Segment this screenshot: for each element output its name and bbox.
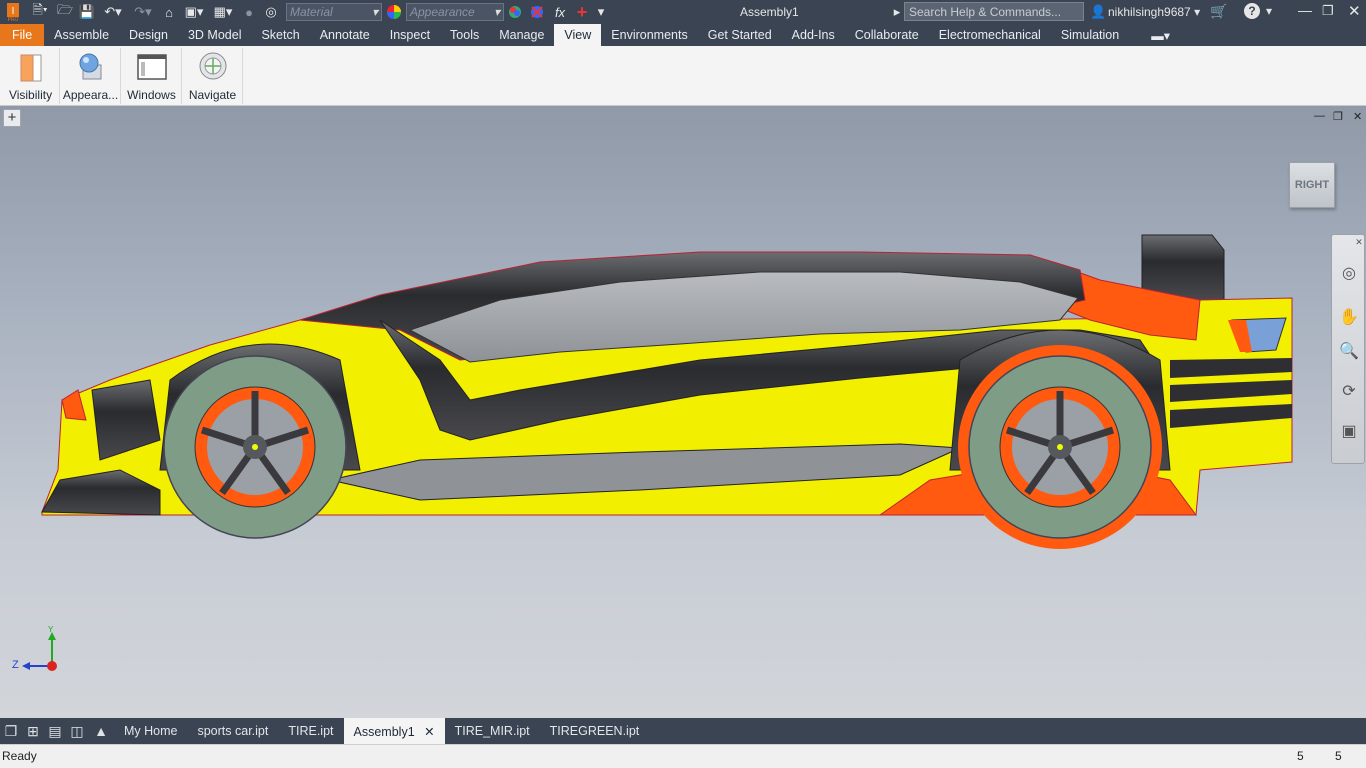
front-wheel	[163, 355, 347, 539]
tab-sketch[interactable]: Sketch	[251, 24, 309, 46]
tab-add-ins[interactable]: Add-Ins	[782, 24, 845, 46]
tile-windows-icon[interactable]: ⊞	[22, 718, 44, 744]
window-title: Assembly1	[740, 5, 799, 19]
undo-icon[interactable]: ↶▾	[98, 1, 128, 23]
doc-tab-sports-car[interactable]: sports car.ipt	[187, 718, 278, 744]
status-count-1: 5	[1297, 749, 1304, 763]
app-logo-icon[interactable]: I PRO	[0, 1, 26, 23]
appearance-placeholder: Appearance	[410, 5, 475, 19]
triad-y-label: Y	[48, 625, 54, 634]
tab-view[interactable]: View	[554, 24, 602, 46]
appearance-label: Appeara...	[62, 88, 119, 102]
tile-horizontal-icon[interactable]: ▤	[44, 718, 66, 744]
color-wheel-icon[interactable]	[382, 1, 406, 23]
windows-label: Windows	[127, 88, 176, 102]
rear-spoiler	[1141, 234, 1225, 301]
search-input[interactable]: Search Help & Commands...	[904, 2, 1084, 21]
tab-file[interactable]: File	[0, 24, 45, 46]
doc-tab-assembly1-label: Assembly1	[353, 725, 415, 739]
doc-tab-tiregreen[interactable]: TIREGREEN.ipt	[540, 718, 650, 744]
minimize-icon[interactable]: —	[1298, 2, 1312, 18]
tab-assemble[interactable]: Assemble	[44, 24, 119, 46]
doc-tab-tire[interactable]: TIRE.ipt	[278, 718, 343, 744]
graphics-viewport[interactable]: + — ❐ ✕ RIGHT ✕ ◎ ✋ 🔍 ⟳ ▣ Y Z	[0, 106, 1366, 718]
navigate-icon	[199, 52, 226, 80]
tab-collaborate[interactable]: Collaborate	[845, 24, 929, 46]
customize-icon[interactable]: ▾	[592, 1, 610, 23]
tab-simulation[interactable]: Simulation	[1051, 24, 1129, 46]
windows-button[interactable]: Windows	[122, 48, 182, 104]
tab-3d-model[interactable]: 3D Model	[178, 24, 252, 46]
tab-tools[interactable]: Tools	[440, 24, 489, 46]
home-icon[interactable]: ⌂	[158, 1, 180, 23]
status-bar: Ready 5 5	[0, 744, 1366, 768]
material-dropdown[interactable]: Material ▾	[286, 3, 382, 21]
windows-icon	[136, 54, 167, 80]
visibility-label: Visibility	[8, 88, 53, 102]
chevron-right-icon[interactable]: ▸	[892, 1, 902, 23]
user-name: nikhilsingh9687	[1108, 5, 1191, 19]
new-file-icon[interactable]: 🗎▾	[26, 1, 54, 23]
clear-appearance-icon[interactable]	[526, 1, 548, 23]
axis-triad	[22, 632, 57, 671]
status-text: Ready	[2, 749, 37, 763]
update-icon[interactable]: ●	[238, 1, 260, 23]
visibility-icon	[20, 54, 41, 82]
image-icon[interactable]: ▣▾	[180, 1, 208, 23]
appearance-icon	[79, 53, 101, 80]
visibility-button[interactable]: Visibility	[2, 48, 60, 104]
chevron-down-icon: ▾	[493, 5, 500, 19]
appearance-dropdown[interactable]: Appearance ▾	[406, 3, 504, 21]
tab-environments[interactable]: Environments	[601, 24, 697, 46]
user-icon: 👤	[1090, 4, 1107, 19]
triad-z-label: Z	[12, 659, 19, 671]
material-placeholder: Material	[290, 5, 333, 19]
restore-icon[interactable]: ❐	[1322, 3, 1334, 19]
car-model[interactable]	[0, 106, 1366, 718]
tab-inspect[interactable]: Inspect	[380, 24, 440, 46]
ribbon-options-icon[interactable]: ▬▾	[1129, 24, 1180, 46]
open-icon[interactable]: 🗁	[54, 1, 76, 23]
help-dropdown-icon[interactable]: ▾	[1266, 4, 1272, 18]
navigate-label: Navigate	[188, 88, 237, 102]
doc-tab-assembly1[interactable]: Assembly1 ✕	[343, 718, 445, 744]
user-account-menu[interactable]: nikhilsingh9687 ▾	[1108, 5, 1200, 19]
appearance-button[interactable]: Appeara...	[61, 48, 121, 104]
tab-manage[interactable]: Manage	[489, 24, 554, 46]
ribbon-tabs: File Assemble Design 3D Model Sketch Ann…	[0, 24, 1366, 46]
svg-text:I: I	[12, 6, 15, 17]
adjust-appearance-icon[interactable]	[504, 1, 526, 23]
select-icon[interactable]: ▦▾	[208, 1, 238, 23]
close-tab-icon[interactable]: ✕	[424, 725, 434, 739]
doc-tab-my-home[interactable]: My Home	[114, 718, 187, 744]
navigate-button[interactable]: Navigate	[183, 48, 243, 104]
fx-parameters-icon[interactable]: fx	[548, 1, 572, 23]
status-count-2: 5	[1335, 749, 1342, 763]
tab-electromechanical[interactable]: Electromechanical	[929, 24, 1051, 46]
add-icon[interactable]: +	[572, 1, 592, 23]
tab-list-icon[interactable]: ▲	[88, 718, 114, 744]
rear-wheel	[958, 345, 1162, 549]
cart-icon[interactable]: 🛒	[1210, 3, 1227, 20]
tile-vertical-icon[interactable]: ◫	[66, 718, 88, 744]
svg-text:PRO: PRO	[8, 17, 19, 22]
tab-get-started[interactable]: Get Started	[698, 24, 782, 46]
redo-icon[interactable]: ↷▾	[128, 1, 158, 23]
document-tabs-bar: ❐ ⊞ ▤ ◫ ▲ My Home sports car.ipt TIRE.ip…	[0, 718, 1366, 744]
tab-annotate[interactable]: Annotate	[310, 24, 380, 46]
tab-design[interactable]: Design	[119, 24, 178, 46]
ribbon-panel: Visibility Appeara... Windows Navigate	[0, 46, 1366, 106]
doc-tab-tire-mir[interactable]: TIRE_MIR.ipt	[445, 718, 540, 744]
save-icon[interactable]: 💾	[76, 1, 98, 23]
help-icon[interactable]: ?	[1244, 3, 1260, 19]
chevron-down-icon: ▾	[371, 5, 378, 19]
globe-icon[interactable]: ◎	[260, 1, 282, 23]
cascade-windows-icon[interactable]: ❐	[0, 718, 22, 744]
close-icon[interactable]: ✕	[1348, 2, 1361, 20]
